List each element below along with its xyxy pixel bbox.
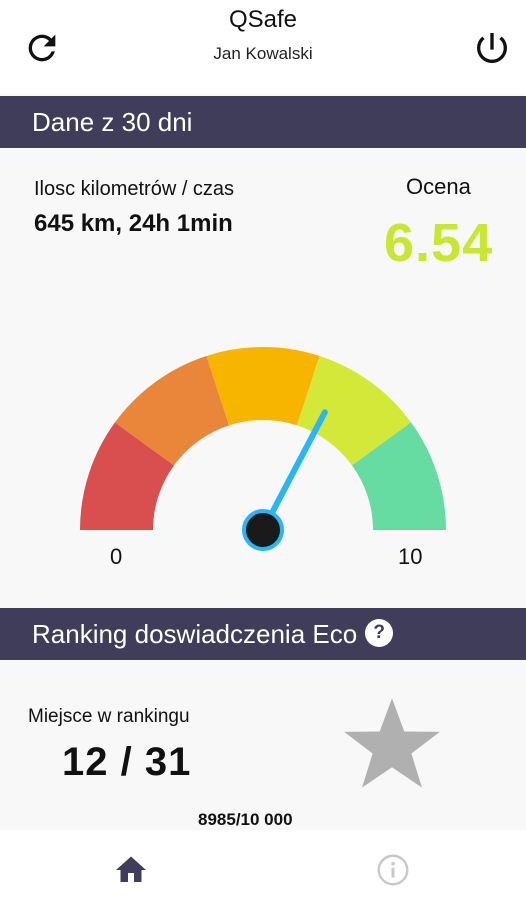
rank-label: Miejsce w rankingu [28, 706, 190, 727]
score-gauge [80, 347, 446, 551]
gauge-min-label: 0 [110, 544, 123, 569]
ranking-section-header: Ranking doswiadczenia Eco? [0, 608, 526, 660]
bottom-nav [0, 830, 526, 900]
rank-value: 12 / 31 [62, 740, 192, 784]
gauge-max-label: 10 [398, 544, 423, 569]
period-stats-panel: Ilosc kilometrów / czas 645 km, 24h 1min… [0, 148, 526, 606]
ranking-section-title: Ranking doswiadczenia Eco [32, 619, 358, 649]
ranking-panel: Miejsce w rankingu 12 / 31 8985/10 000 [0, 660, 526, 830]
power-icon[interactable] [472, 28, 512, 68]
info-icon[interactable] [375, 852, 411, 888]
period-section-header: Dane z 30 dni [0, 96, 526, 148]
score-value: 6.54 [384, 213, 494, 273]
distance-time-value: 645 km, 24h 1min [34, 210, 233, 237]
points-value: 8985/10 000 [198, 810, 293, 829]
score-label: Ocena [406, 174, 471, 199]
distance-time-label: Ilosc kilometrów / czas [34, 178, 235, 200]
app-header: QSafe Jan Kowalski [0, 0, 526, 94]
period-section-title: Dane z 30 dni [32, 107, 193, 137]
gauge-hub [242, 509, 284, 551]
star-icon [344, 698, 440, 788]
app-title: QSafe [228, 6, 298, 33]
help-icon[interactable]: ? [365, 619, 394, 648]
home-icon[interactable] [113, 852, 149, 888]
user-name: Jan Kowalski [213, 44, 313, 63]
